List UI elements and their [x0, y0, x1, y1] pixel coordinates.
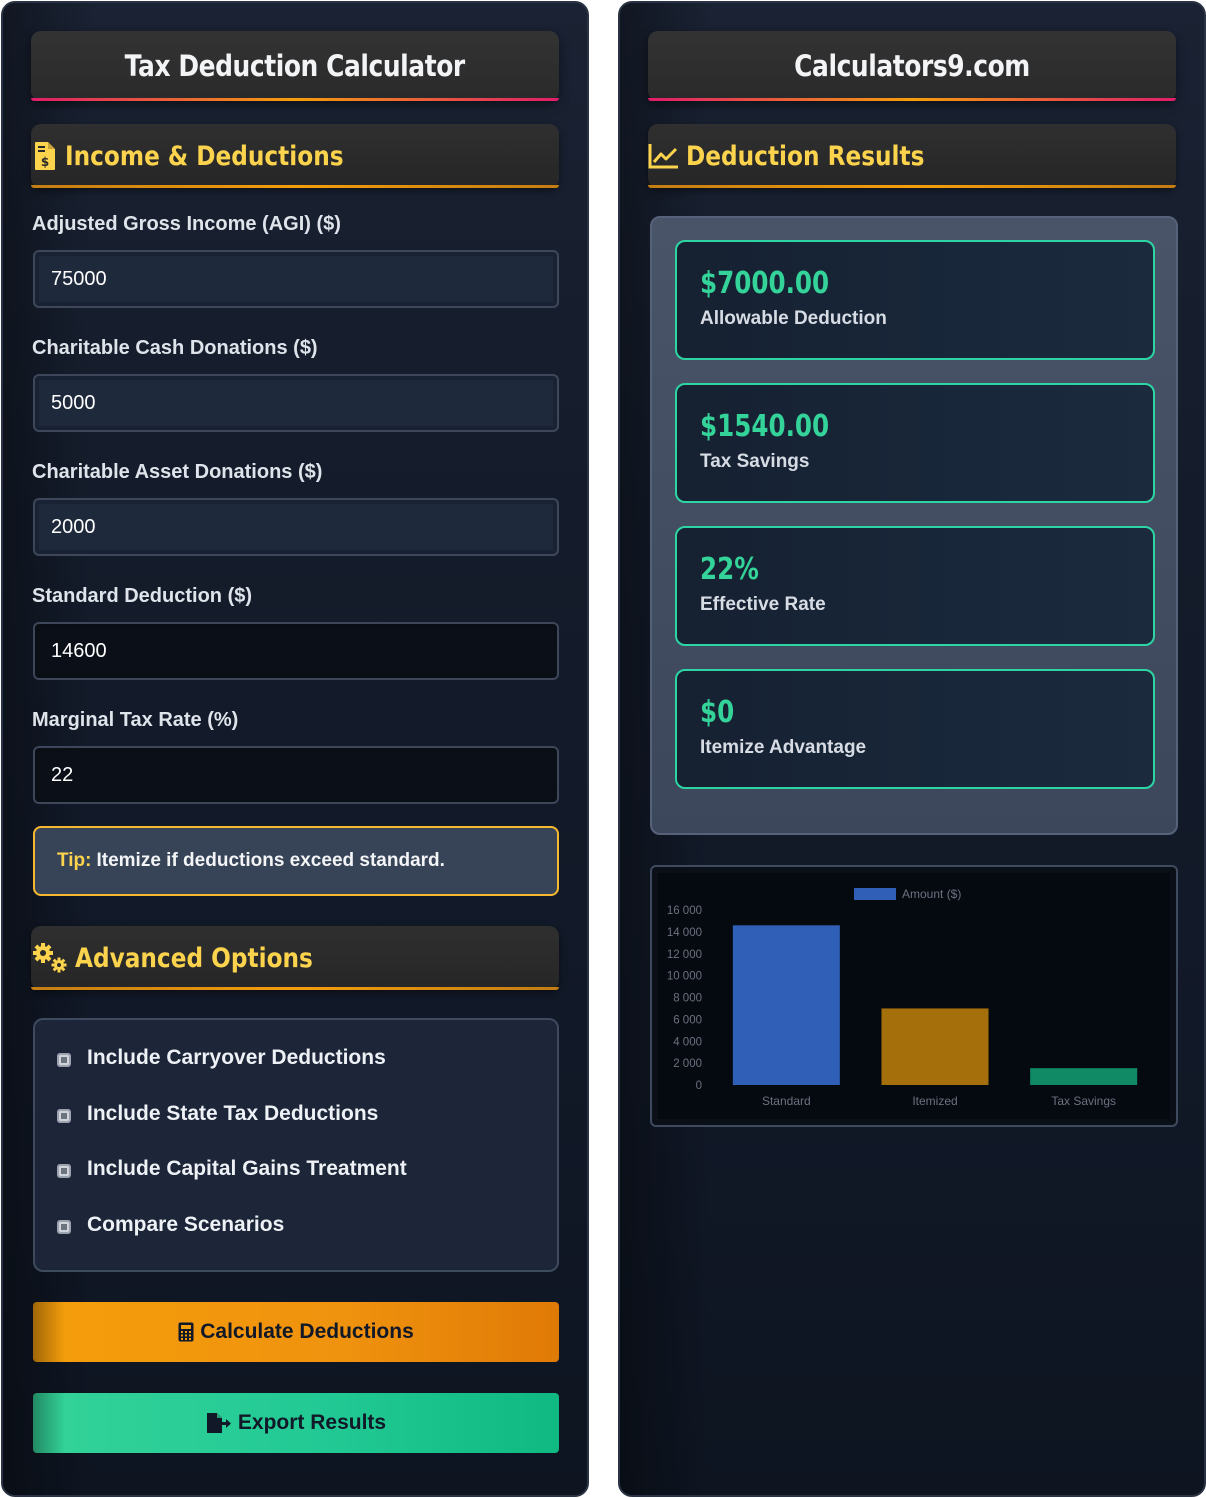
- advanced-options-box: Include Carryover Deductions Include Sta…: [33, 1018, 559, 1272]
- tax-savings-label: Tax Savings: [700, 451, 810, 472]
- y-tick-label: 2 000: [673, 1058, 702, 1070]
- cash-donations-input[interactable]: [33, 374, 559, 432]
- effective-rate-value: 22%: [700, 552, 759, 587]
- agi-input[interactable]: [33, 250, 559, 308]
- bar-standard: [732, 925, 840, 1085]
- option-capital-gains[interactable]: Include Capital Gains Treatment: [57, 1157, 407, 1181]
- option-capital-gains-label: Include Capital Gains Treatment: [87, 1157, 407, 1180]
- option-carryover[interactable]: Include Carryover Deductions: [57, 1046, 386, 1070]
- capital-gains-checkbox[interactable]: [57, 1164, 71, 1178]
- carryover-checkbox[interactable]: [57, 1053, 71, 1067]
- tax-rate-label: Marginal Tax Rate (%): [32, 709, 239, 731]
- income-section-title: Income & Deductions: [65, 140, 344, 172]
- svg-text:$: $: [41, 155, 49, 169]
- site-title: Calculators9.com: [794, 49, 1030, 83]
- x-tick-label: Standard: [762, 1094, 811, 1108]
- itemize-advantage-label: Itemize Advantage: [700, 737, 867, 758]
- tip-box: Tip: Itemize if deductions exceed standa…: [33, 826, 559, 896]
- y-tick-label: 6 000: [673, 1014, 702, 1026]
- itemize-advantage-value: $0: [700, 695, 735, 730]
- y-tick-label: 0: [696, 1080, 702, 1092]
- export-button[interactable]: Export Results: [33, 1393, 559, 1453]
- results-container: $7000.00 Allowable Deduction $1540.00 Ta…: [650, 216, 1178, 835]
- standard-deduction-input[interactable]: [33, 622, 559, 680]
- input-panel: Tax Deduction Calculator $ Income & Dedu…: [1, 1, 589, 1497]
- result-card-allowable-deduction: $7000.00 Allowable Deduction: [675, 240, 1155, 360]
- option-carryover-label: Include Carryover Deductions: [87, 1046, 386, 1069]
- advanced-section-title: Advanced Options: [75, 942, 313, 974]
- legend-swatch: [854, 888, 896, 900]
- tax-savings-value: $1540.00: [700, 409, 830, 444]
- results-panel: Calculators9.com Deduction Results $7000…: [618, 1, 1206, 1497]
- x-tick-label: Itemized: [912, 1094, 957, 1108]
- allowable-deduction-label: Allowable Deduction: [700, 308, 887, 329]
- export-button-label: Export Results: [237, 1411, 387, 1434]
- tip-text: Itemize if deductions exceed standard.: [96, 850, 445, 871]
- tax-rate-input[interactable]: [33, 746, 559, 804]
- advanced-section-header: Advanced Options: [31, 926, 559, 990]
- option-state-tax[interactable]: Include State Tax Deductions: [57, 1102, 378, 1126]
- bar-tax-savings: [1030, 1068, 1138, 1085]
- results-section-title: Deduction Results: [686, 140, 925, 172]
- tip-label: Tip:: [57, 850, 92, 871]
- option-compare[interactable]: Compare Scenarios: [57, 1213, 284, 1237]
- y-tick-label: 12 000: [667, 949, 702, 961]
- y-tick-label: 14 000: [667, 927, 702, 939]
- cogs-icon: [31, 943, 69, 973]
- cash-donations-label: Charitable Cash Donations ($): [32, 337, 318, 359]
- results-section-header: Deduction Results: [648, 124, 1176, 188]
- calculate-button[interactable]: Calculate Deductions: [33, 1302, 559, 1362]
- result-card-tax-savings: $1540.00 Tax Savings: [675, 383, 1155, 503]
- allowable-deduction-value: $7000.00: [700, 266, 830, 301]
- calculator-title-bar: Tax Deduction Calculator: [31, 31, 559, 101]
- compare-checkbox[interactable]: [57, 1220, 71, 1234]
- y-tick-label: 4 000: [673, 1036, 702, 1048]
- option-state-tax-label: Include State Tax Deductions: [87, 1102, 379, 1125]
- chart-line-icon: [648, 141, 680, 171]
- site-title-bar: Calculators9.com: [648, 31, 1176, 101]
- x-tick-label: Tax Savings: [1051, 1094, 1116, 1108]
- result-card-effective-rate: 22% Effective Rate: [675, 526, 1155, 646]
- deduction-chart-container: Amount ($) 0 2 000 4 000 6 000 8 000 10 000 12 …: [650, 865, 1178, 1127]
- legend-label: Amount ($): [902, 887, 961, 901]
- agi-label: Adjusted Gross Income (AGI) ($): [32, 213, 341, 235]
- option-compare-label: Compare Scenarios: [87, 1213, 285, 1236]
- state-tax-checkbox[interactable]: [57, 1109, 71, 1123]
- y-tick-label: 16 000: [667, 905, 702, 917]
- bar-itemized: [881, 1008, 989, 1085]
- asset-donations-input[interactable]: [33, 498, 559, 556]
- calculator-icon: [178, 1322, 194, 1342]
- standard-deduction-label: Standard Deduction ($): [32, 585, 253, 607]
- calculator-title: Tax Deduction Calculator: [124, 49, 466, 83]
- result-card-itemize-advantage: $0 Itemize Advantage: [675, 669, 1155, 789]
- effective-rate-label: Effective Rate: [700, 594, 826, 615]
- file-invoice-dollar-icon: $: [31, 141, 59, 171]
- y-tick-label: 8 000: [673, 993, 702, 1005]
- y-tick-label: 10 000: [667, 971, 702, 983]
- calculate-button-label: Calculate Deductions: [200, 1320, 414, 1343]
- deduction-bar-chart: Amount ($) 0 2 000 4 000 6 000 8 000 10 000 12 …: [667, 887, 1138, 1108]
- income-section-header: $ Income & Deductions: [31, 124, 559, 188]
- asset-donations-label: Charitable Asset Donations ($): [32, 461, 323, 483]
- file-export-icon: [206, 1412, 232, 1434]
